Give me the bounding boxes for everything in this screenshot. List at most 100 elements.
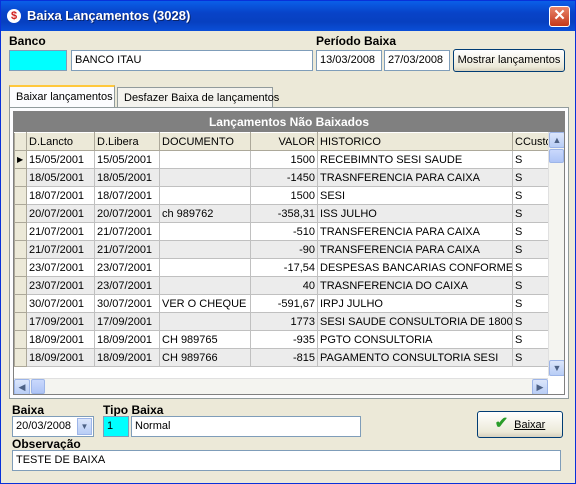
cell-documento[interactable]: ch 989762 [159, 204, 251, 223]
close-button[interactable]: ✕ [549, 6, 570, 27]
lancamentos-grid[interactable]: Lançamentos Não Baixados D.Lancto D.Libe… [13, 111, 565, 395]
cell-d-libera[interactable]: 15/05/2001 [94, 150, 160, 169]
cell-historico[interactable]: SESI SAUDE CONSULTORIA DE 1800 [317, 312, 513, 331]
row-indicator[interactable] [14, 294, 27, 313]
cell-d-libera[interactable]: 18/09/2001 [94, 330, 160, 349]
cell-historico[interactable]: PGTO CONSULTORIA [317, 330, 513, 349]
cell-documento[interactable] [159, 276, 251, 295]
cell-d-libera[interactable]: 17/09/2001 [94, 312, 160, 331]
cell-ccusto[interactable]: S [512, 330, 549, 349]
column-header[interactable]: DOCUMENTO [159, 132, 251, 151]
cell-historico[interactable]: IRPJ JULHO [317, 294, 513, 313]
column-header[interactable]: HISTORICO [317, 132, 513, 151]
cell-historico[interactable]: ISS JULHO [317, 204, 513, 223]
cell-ccusto[interactable]: S [512, 294, 549, 313]
cell-ccusto[interactable]: S [512, 186, 549, 205]
cell-d-lancto[interactable]: 20/07/2001 [26, 204, 95, 223]
cell-documento[interactable] [159, 258, 251, 277]
periodo-end-field[interactable]: 27/03/2008 [384, 50, 450, 71]
cell-historico[interactable]: TRASNFERENCIA DO CAIXA [317, 276, 513, 295]
cell-historico[interactable]: DESPESAS BANCARIAS CONFORME E [317, 258, 513, 277]
row-indicator[interactable] [14, 312, 27, 331]
mostrar-lancamentos-button[interactable]: Mostrar lançamentos [453, 49, 565, 72]
cell-d-libera[interactable]: 21/07/2001 [94, 240, 160, 259]
cell-historico[interactable]: TRANSFERENCIA PARA CAIXA [317, 240, 513, 259]
cell-valor[interactable]: -935 [250, 330, 318, 349]
tab-desfazer-baixa[interactable]: Desfazer Baixa de lançamentos [117, 87, 279, 108]
cell-documento[interactable] [159, 222, 251, 241]
column-header[interactable]: D.Libera [94, 132, 160, 151]
cell-documento[interactable]: CH 989766 [159, 348, 251, 367]
cell-valor[interactable]: -591,67 [250, 294, 318, 313]
cell-ccusto[interactable]: S [512, 150, 549, 169]
cell-d-libera[interactable]: 18/05/2001 [94, 168, 160, 187]
row-indicator[interactable] [14, 204, 27, 223]
chevron-down-icon[interactable]: ▼ [77, 418, 92, 435]
cell-ccusto[interactable]: S [512, 258, 549, 277]
cell-ccusto[interactable]: S [512, 222, 549, 241]
cell-d-lancto[interactable]: 18/05/2001 [26, 168, 95, 187]
cell-ccusto[interactable]: S [512, 204, 549, 223]
cell-documento[interactable] [159, 240, 251, 259]
cell-d-libera[interactable]: 23/07/2001 [94, 258, 160, 277]
table-row[interactable]: 23/07/2001 23/07/2001 40 TRASNFERENCIA DO C… [14, 276, 549, 295]
periodo-start-field[interactable]: 13/03/2008 [316, 50, 382, 71]
cell-d-lancto[interactable]: 30/07/2001 [26, 294, 95, 313]
row-indicator[interactable] [14, 348, 27, 367]
banco-code-field[interactable] [9, 50, 67, 71]
cell-ccusto[interactable]: S [512, 348, 549, 367]
cell-d-libera[interactable]: 21/07/2001 [94, 222, 160, 241]
cell-d-lancto[interactable]: 18/09/2001 [26, 330, 95, 349]
cell-valor[interactable]: 1773 [250, 312, 318, 331]
row-indicator[interactable] [14, 330, 27, 349]
table-row[interactable]: 21/07/2001 21/07/2001 -510 TRANSFERENCIA PA… [14, 222, 549, 241]
vertical-scrollbar[interactable]: ▲ ▼ [548, 132, 564, 376]
scroll-right-icon[interactable]: ▶ [532, 379, 548, 394]
cell-documento[interactable] [159, 312, 251, 331]
column-header[interactable]: VALOR [250, 132, 318, 151]
cell-d-libera[interactable]: 23/07/2001 [94, 276, 160, 295]
observacao-field[interactable]: TESTE DE BAIXA [12, 450, 561, 471]
cell-valor[interactable]: 1500 [250, 186, 318, 205]
cell-d-lancto[interactable]: 18/09/2001 [26, 348, 95, 367]
cell-valor[interactable]: -815 [250, 348, 318, 367]
table-row[interactable]: 18/09/2001 18/09/2001 CH 989766 -815 PAGAMEN… [14, 348, 549, 367]
cell-historico[interactable]: TRASNFERENCIA PARA CAIXA [317, 168, 513, 187]
row-indicator[interactable] [14, 186, 27, 205]
scroll-down-icon[interactable]: ▼ [549, 360, 564, 376]
cell-valor[interactable]: -358,31 [250, 204, 318, 223]
scroll-left-icon[interactable]: ◀ [14, 379, 30, 394]
cell-d-libera[interactable]: 18/09/2001 [94, 348, 160, 367]
baixar-button[interactable]: ✔ Baixar [477, 411, 563, 438]
cell-valor[interactable]: -1450 [250, 168, 318, 187]
row-indicator[interactable] [14, 276, 27, 295]
cell-valor[interactable]: -510 [250, 222, 318, 241]
row-indicator[interactable] [14, 168, 27, 187]
cell-d-lancto[interactable]: 18/07/2001 [26, 186, 95, 205]
cell-d-libera[interactable]: 30/07/2001 [94, 294, 160, 313]
title-bar[interactable]: $ Baixa Lançamentos (3028) ✕ [1, 1, 575, 31]
row-indicator[interactable] [14, 222, 27, 241]
cell-historico[interactable]: RECEBIMNTO SESI SAUDE [317, 150, 513, 169]
cell-d-libera[interactable]: 20/07/2001 [94, 204, 160, 223]
row-indicator[interactable] [14, 240, 27, 259]
cell-d-lancto[interactable]: 15/05/2001 [26, 150, 95, 169]
column-header[interactable]: CCusto [512, 132, 549, 151]
table-row[interactable]: 17/09/2001 17/09/2001 1773 SESI SAUDE CONSU… [14, 312, 549, 331]
cell-documento[interactable] [159, 168, 251, 187]
cell-d-lancto[interactable]: 21/07/2001 [26, 222, 95, 241]
baixa-date-field[interactable]: 20/03/2008 ▼ [12, 416, 94, 437]
tab-baixar-lancamentos[interactable]: Baixar lançamentos [9, 85, 115, 108]
banco-name-field[interactable]: BANCO ITAU [71, 50, 313, 71]
cell-historico[interactable]: SESI [317, 186, 513, 205]
cell-d-lancto[interactable]: 23/07/2001 [26, 276, 95, 295]
cell-d-lancto[interactable]: 21/07/2001 [26, 240, 95, 259]
table-row[interactable]: 18/09/2001 18/09/2001 CH 989765 -935 PGTO CO… [14, 330, 549, 349]
cell-ccusto[interactable]: S [512, 168, 549, 187]
cell-d-lancto[interactable]: 17/09/2001 [26, 312, 95, 331]
cell-historico[interactable]: TRANSFERENCIA PARA CAIXA [317, 222, 513, 241]
horizontal-scrollbar[interactable]: ◀ ▶ [14, 378, 548, 394]
horizontal-scroll-thumb[interactable] [31, 379, 45, 394]
scroll-up-icon[interactable]: ▲ [549, 132, 564, 148]
cell-historico[interactable]: PAGAMENTO CONSULTORIA SESI [317, 348, 513, 367]
